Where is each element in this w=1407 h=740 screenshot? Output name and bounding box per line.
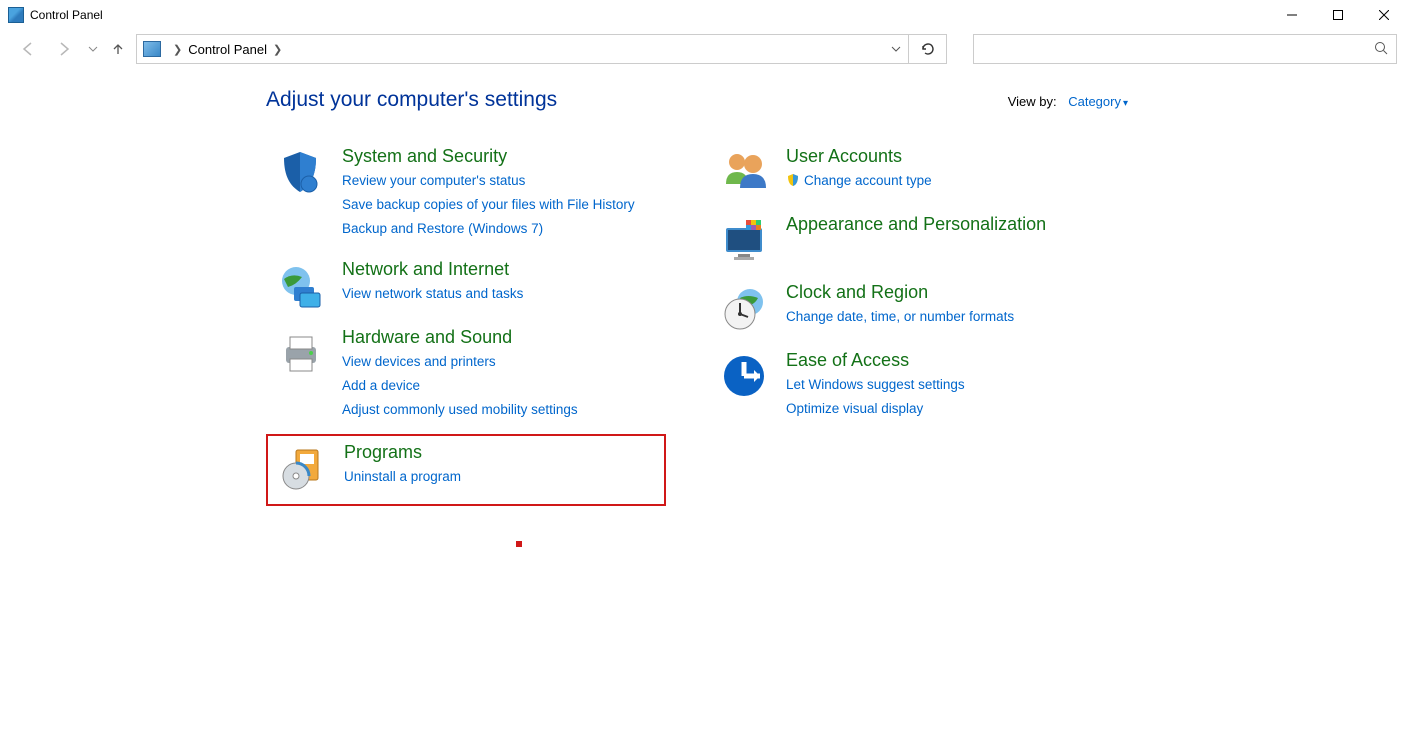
- forward-button[interactable]: [46, 32, 82, 66]
- control-panel-icon: [8, 7, 24, 23]
- category-title-user-accounts[interactable]: User Accounts: [786, 146, 1100, 167]
- control-panel-icon: [143, 41, 161, 57]
- category-title-programs[interactable]: Programs: [344, 442, 654, 463]
- view-by-label: View by:: [1008, 94, 1057, 109]
- category-title-hardware-sound[interactable]: Hardware and Sound: [342, 327, 656, 348]
- category-link[interactable]: Optimize visual display: [786, 397, 1100, 421]
- category-clock-region: Clock and RegionChange date, time, or nu…: [710, 276, 1110, 344]
- view-by-value[interactable]: Category: [1068, 94, 1121, 109]
- category-link[interactable]: Save backup copies of your files with Fi…: [342, 193, 656, 217]
- category-link[interactable]: Adjust commonly used mobility settings: [342, 398, 656, 422]
- recent-locations-button[interactable]: [82, 32, 104, 66]
- people-icon: [720, 148, 768, 196]
- shield-icon: [276, 148, 324, 196]
- category-appearance: Appearance and Personalization: [710, 208, 1110, 276]
- category-link[interactable]: Add a device: [342, 374, 656, 398]
- address-dropdown-button[interactable]: [884, 44, 908, 54]
- refresh-button[interactable]: [909, 34, 947, 64]
- category-title-ease-of-access[interactable]: Ease of Access: [786, 350, 1100, 371]
- titlebar: Control Panel: [0, 0, 1407, 30]
- page-title: Adjust your computer's settings: [266, 88, 557, 112]
- annotation-dot: [516, 541, 522, 547]
- ease-access-icon: [720, 352, 768, 400]
- content-area: Adjust your computer's settings View by:…: [0, 68, 1407, 506]
- address-bar[interactable]: ❯ Control Panel ❯: [136, 34, 909, 64]
- category-link[interactable]: Let Windows suggest settings: [786, 373, 1100, 397]
- monitor-colors-icon: [720, 216, 768, 264]
- minimize-button[interactable]: [1269, 0, 1315, 30]
- category-hardware-sound: Hardware and SoundView devices and print…: [266, 321, 666, 434]
- category-title-system-security[interactable]: System and Security: [342, 146, 656, 167]
- close-button[interactable]: [1361, 0, 1407, 30]
- maximize-button[interactable]: [1315, 0, 1361, 30]
- category-link[interactable]: Backup and Restore (Windows 7): [342, 217, 656, 241]
- category-system-security: System and SecurityReview your computer'…: [266, 140, 666, 253]
- up-button[interactable]: [104, 32, 132, 66]
- chevron-right-icon[interactable]: ❯: [273, 43, 282, 56]
- category-title-appearance[interactable]: Appearance and Personalization: [786, 214, 1100, 235]
- category-ease-of-access: Ease of AccessLet Windows suggest settin…: [710, 344, 1110, 433]
- uac-shield-icon: [786, 171, 800, 185]
- category-link[interactable]: Uninstall a program: [344, 465, 654, 489]
- category-link[interactable]: Review your computer's status: [342, 169, 656, 193]
- search-icon: [1374, 41, 1388, 58]
- category-link[interactable]: Change account type: [786, 169, 1100, 193]
- navbar: ❯ Control Panel ❯: [0, 30, 1407, 68]
- window-title: Control Panel: [30, 8, 1269, 22]
- back-button[interactable]: [10, 32, 46, 66]
- category-network-internet: Network and InternetView network status …: [266, 253, 666, 321]
- clock-globe-icon: [720, 284, 768, 332]
- disc-box-icon: [278, 444, 326, 492]
- categories: System and SecurityReview your computer'…: [266, 140, 1407, 506]
- breadcrumb-item[interactable]: Control Panel: [188, 42, 267, 57]
- category-title-clock-region[interactable]: Clock and Region: [786, 282, 1100, 303]
- category-title-network-internet[interactable]: Network and Internet: [342, 259, 656, 280]
- category-link[interactable]: View devices and printers: [342, 350, 656, 374]
- category-programs: ProgramsUninstall a program: [266, 434, 666, 506]
- category-link[interactable]: Change date, time, or number formats: [786, 305, 1100, 329]
- chevron-down-icon: ▾: [1123, 98, 1128, 109]
- printer-icon: [276, 329, 324, 377]
- category-user-accounts: User AccountsChange account type: [710, 140, 1110, 208]
- search-input[interactable]: [973, 34, 1397, 64]
- globe-network-icon: [276, 261, 324, 309]
- category-link[interactable]: View network status and tasks: [342, 282, 656, 306]
- view-by[interactable]: View by: Category▾: [1008, 94, 1128, 109]
- chevron-right-icon[interactable]: ❯: [173, 43, 182, 56]
